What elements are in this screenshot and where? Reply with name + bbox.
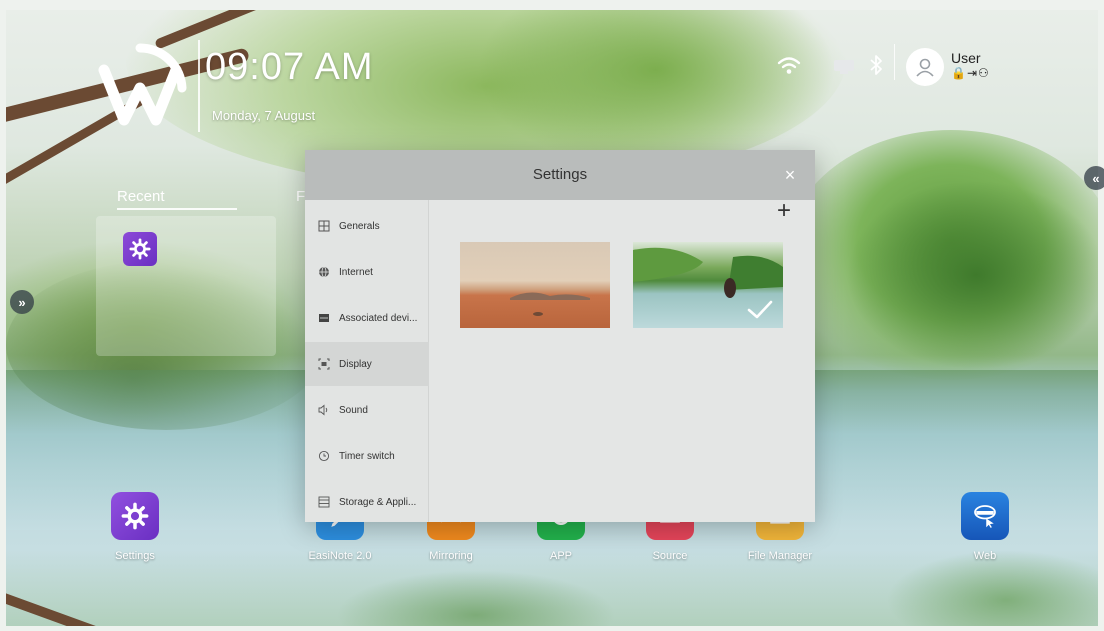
settings-title: Settings: [532, 166, 588, 183]
dock-label: File Manager: [747, 550, 813, 562]
dock-app-settings[interactable]: Settings: [87, 492, 183, 562]
dock-app-web[interactable]: Web: [937, 492, 1033, 562]
wifi-icon[interactable]: [776, 52, 802, 78]
grid-icon: [317, 219, 331, 233]
nav-item-timer-switch[interactable]: Timer switch: [305, 434, 429, 478]
desert-image: [510, 292, 590, 316]
nav-item-generals[interactable]: Generals: [305, 204, 429, 248]
nav-label: Display: [339, 358, 372, 370]
tab-underline: [117, 208, 237, 210]
dock-label: Mirroring: [429, 550, 473, 562]
user-icon: [916, 58, 934, 77]
bluetooth-icon[interactable]: [863, 52, 889, 78]
web-icon: [961, 492, 1009, 540]
dock-label: Web: [973, 550, 997, 562]
clock-icon: [317, 449, 331, 463]
dock-label: EasiNote 2.0: [308, 550, 372, 562]
nav-label: Generals: [339, 220, 380, 232]
checkmark-icon: [747, 300, 773, 319]
dock-label: APP: [549, 550, 572, 562]
dock-label: Settings: [115, 550, 155, 562]
tab-recent[interactable]: Recent: [117, 188, 165, 205]
dock-label: Source: [652, 550, 688, 562]
storage-icon: [317, 495, 331, 509]
expand-left-button[interactable]: »: [10, 290, 34, 314]
wallpaper-thumbnail-desert[interactable]: [460, 242, 610, 328]
clock-date: Monday, 7 August: [212, 108, 316, 123]
close-button[interactable]: ×: [779, 164, 801, 186]
nav-label: Sound: [339, 404, 368, 416]
globe-icon: [317, 265, 331, 279]
settings-icon: [111, 492, 159, 540]
speaker-icon: [317, 403, 331, 417]
status-divider: [894, 44, 895, 80]
wallpaper-trees: [846, 180, 1098, 370]
nav-label: Associated devi...: [339, 312, 418, 324]
user-name[interactable]: User: [951, 50, 981, 66]
clock-divider: [198, 40, 200, 132]
wallpaper-thumbnail-lake[interactable]: [633, 242, 783, 328]
ethernet-icon[interactable]: [831, 52, 857, 78]
tab-favorites[interactable]: F: [296, 188, 305, 205]
nav-label: Timer switch: [339, 450, 395, 462]
user-action-icons[interactable]: 🔒⇥⚇: [951, 66, 990, 80]
nav-item-sound[interactable]: Sound: [305, 388, 429, 432]
settings-header: Settings ×: [305, 150, 815, 200]
display-icon: [317, 357, 331, 371]
recent-app-settings[interactable]: [123, 232, 157, 266]
nav-item-display[interactable]: Display: [305, 342, 429, 386]
expand-right-button[interactable]: «: [1084, 166, 1104, 190]
nav-item-storage-applications[interactable]: Storage & Appli...: [305, 480, 429, 524]
nav-label: Internet: [339, 266, 373, 278]
nav-item-associated-devices[interactable]: Associated devi...: [305, 296, 429, 340]
add-wallpaper-button[interactable]: +: [773, 199, 795, 223]
brand-logo: [98, 43, 187, 126]
settings-nav: Generals Internet Associated devi... Dis…: [305, 200, 429, 522]
settings-icon: [129, 238, 151, 260]
device-icon: [317, 311, 331, 325]
user-avatar[interactable]: [906, 48, 944, 86]
settings-dialog: Settings × Generals Internet Associated …: [305, 150, 815, 522]
nav-label: Storage & Appli...: [339, 496, 417, 508]
clock-time: 09:07 AM: [205, 46, 374, 88]
nav-item-internet[interactable]: Internet: [305, 250, 429, 294]
